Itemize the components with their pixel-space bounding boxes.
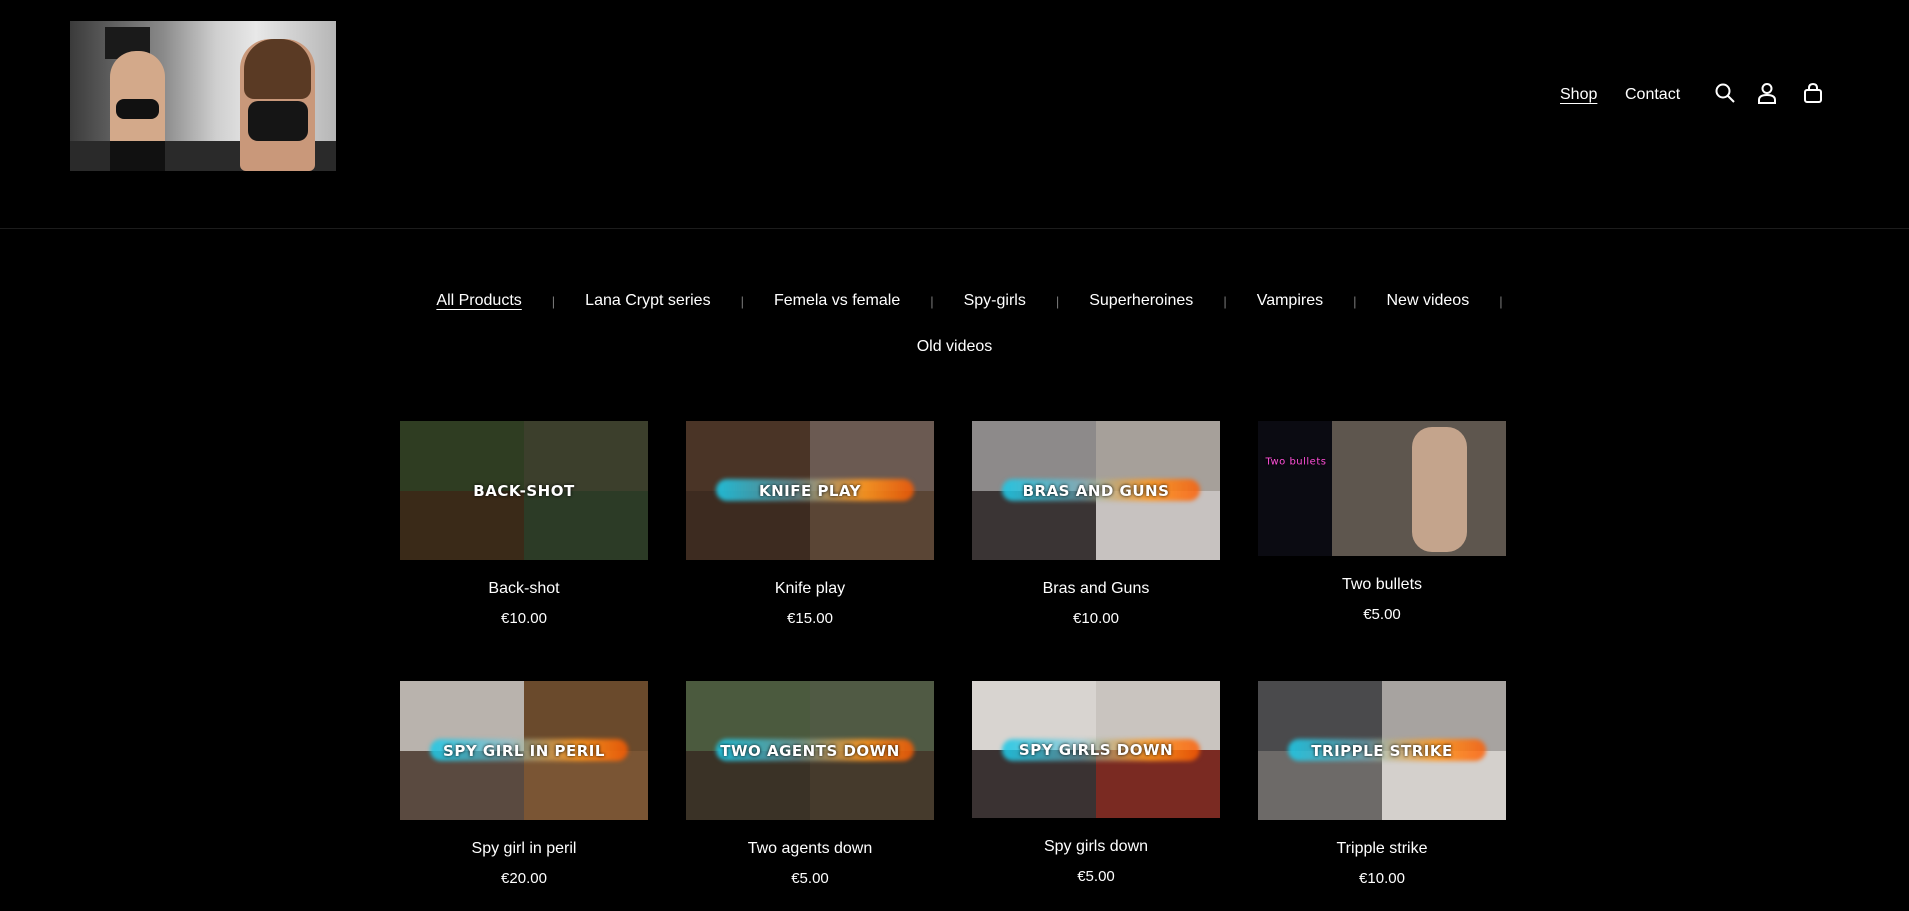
- product-card[interactable]: TRIPPLE STRIKE Tripple strike €10.00: [1258, 681, 1506, 887]
- product-card[interactable]: SPY GIRL IN PERIL Spy girl in peril €20.…: [400, 681, 648, 887]
- nav-contact-link[interactable]: Contact: [1625, 86, 1680, 104]
- category-spy-girls[interactable]: Spy-girls: [934, 292, 1056, 310]
- thumbnail-title: SPY GIRL IN PERIL: [443, 741, 605, 760]
- product-price: €5.00: [1077, 868, 1115, 885]
- user-icon[interactable]: [1756, 82, 1778, 104]
- product-name[interactable]: Knife play: [686, 580, 934, 598]
- product-thumbnail[interactable]: Two bullets: [1258, 421, 1506, 556]
- thumbnail-title: TWO AGENTS DOWN: [720, 741, 900, 760]
- category-lana-crypt-series[interactable]: Lana Crypt series: [555, 292, 740, 310]
- product-price: €20.00: [501, 870, 547, 887]
- product-thumbnail[interactable]: SPY GIRL IN PERIL: [400, 681, 648, 820]
- product-thumbnail[interactable]: BACK-SHOT: [400, 421, 648, 560]
- product-thumbnail[interactable]: SPY GIRLS DOWN: [972, 681, 1220, 818]
- category-superheroines[interactable]: Superheroines: [1059, 292, 1223, 310]
- product-card[interactable]: Two bullets Two bullets €5.00: [1258, 421, 1506, 623]
- product-thumbnail[interactable]: KNIFE PLAY: [686, 421, 934, 560]
- site-logo[interactable]: [70, 21, 336, 171]
- product-name[interactable]: Two bullets: [1258, 576, 1506, 594]
- site-header: Shop Contact: [0, 0, 1909, 229]
- product-name[interactable]: Tripple strike: [1258, 840, 1506, 858]
- thumbnail-title: BACK-SHOT: [473, 481, 575, 500]
- nav-shop-link[interactable]: Shop: [1560, 86, 1597, 104]
- product-price: €10.00: [1359, 870, 1405, 887]
- thumbnail-title: KNIFE PLAY: [758, 481, 862, 500]
- thumbnail-title: BRAS AND GUNS: [1022, 481, 1170, 500]
- product-price: €15.00: [787, 610, 833, 627]
- category-new-videos[interactable]: New videos: [1356, 292, 1499, 310]
- product-name[interactable]: Two agents down: [686, 840, 934, 858]
- product-card[interactable]: BACK-SHOT Back-shot €10.00: [400, 421, 648, 627]
- product-price: €5.00: [791, 870, 829, 887]
- product-card[interactable]: BRAS AND GUNS Bras and Guns €10.00: [972, 421, 1220, 627]
- category-vampires[interactable]: Vampires: [1227, 292, 1353, 310]
- search-icon[interactable]: [1714, 82, 1736, 104]
- thumbnail-title: TRIPPLE STRIKE: [1311, 741, 1453, 760]
- thumbnail-title: SPY GIRLS DOWN: [1018, 740, 1174, 759]
- category-femela-vs-female[interactable]: Femela vs female: [744, 292, 930, 310]
- thumbnail-title: Two bullets: [1265, 456, 1327, 467]
- category-old-videos[interactable]: Old videos: [887, 338, 1023, 355]
- bag-icon[interactable]: [1802, 82, 1824, 104]
- product-thumbnail[interactable]: TRIPPLE STRIKE: [1258, 681, 1506, 820]
- product-name[interactable]: Spy girl in peril: [400, 840, 648, 858]
- product-thumbnail[interactable]: BRAS AND GUNS: [972, 421, 1220, 560]
- product-price: €10.00: [501, 610, 547, 627]
- product-name[interactable]: Bras and Guns: [972, 580, 1220, 598]
- product-thumbnail[interactable]: TWO AGENTS DOWN: [686, 681, 934, 820]
- product-price: €10.00: [1073, 610, 1119, 627]
- product-name[interactable]: Spy girls down: [972, 838, 1220, 856]
- category-all-products[interactable]: All Products: [406, 292, 551, 310]
- product-name[interactable]: Back-shot: [400, 580, 648, 598]
- product-card[interactable]: KNIFE PLAY Knife play €15.00: [686, 421, 934, 627]
- product-card[interactable]: TWO AGENTS DOWN Two agents down €5.00: [686, 681, 934, 887]
- product-price: €5.00: [1363, 606, 1401, 623]
- category-nav: All Products | Lana Crypt series | Femel…: [0, 292, 1909, 356]
- product-card[interactable]: SPY GIRLS DOWN Spy girls down €5.00: [972, 681, 1220, 885]
